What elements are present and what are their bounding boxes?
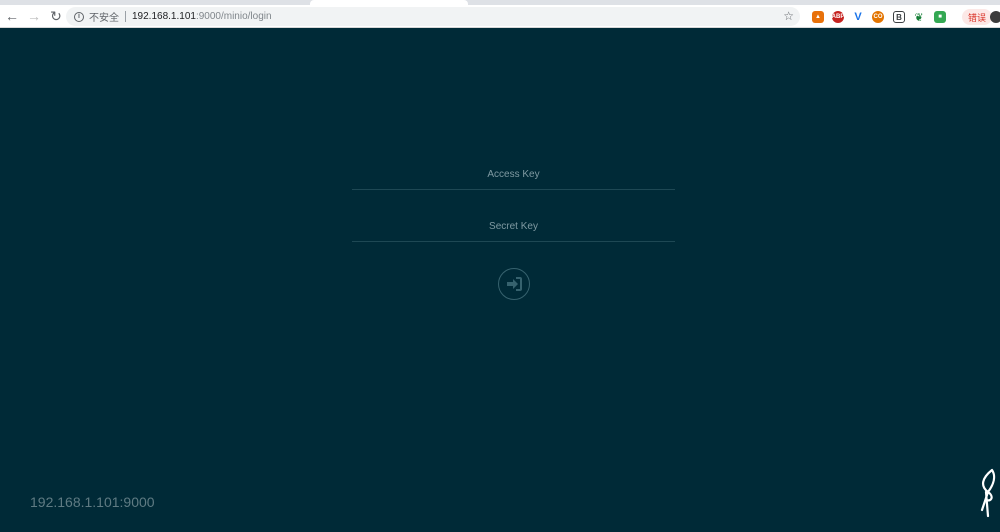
error-badge[interactable]: 错误 [962,9,992,25]
url-path: :9000/minio/login [195,11,272,22]
address-separator [125,11,126,22]
server-host-label: 192.168.1.101:9000 [30,494,155,510]
error-label: 错误 [968,12,987,23]
arrow-left-icon: ← [5,8,19,24]
access-key-field [352,160,675,190]
ext-orange-icon[interactable]: CO [872,11,884,23]
security-label: 不安全 [89,13,119,24]
secret-key-input[interactable] [352,212,675,241]
forward-button[interactable]: → [24,6,44,26]
login-submit-button[interactable] [498,268,530,300]
access-key-input[interactable] [352,160,675,189]
star-icon[interactable]: ☆ [783,9,794,23]
reload-icon: ↻ [50,7,62,24]
secret-key-field [352,212,675,242]
ext-colorful-icon[interactable]: ■ [934,11,946,23]
sign-in-icon [507,277,522,291]
ext-adblock-icon[interactable]: ABP [832,11,844,23]
address-bar[interactable]: i 不安全 192.168.1.101:9000/minio/login ☆ [66,7,800,26]
info-icon[interactable]: i [74,11,84,22]
ext-network-icon[interactable]: ▲ [812,11,824,23]
ext-vue-icon[interactable]: V [852,11,864,23]
ext-leaf-icon[interactable]: ❦ [913,11,925,24]
back-button[interactable]: ← [2,6,22,26]
arrow-right-icon: → [27,8,41,24]
minio-logo-icon [980,468,996,518]
url-host: 192.168.1.101 [132,11,196,22]
profile-avatar[interactable] [990,11,1000,23]
reload-button[interactable]: ↻ [46,6,66,26]
login-form [352,160,675,300]
ext-dark-icon[interactable]: B [893,11,905,23]
browser-toolbar: ← → ↻ i 不安全 192.168.1.101:9000/minio/log… [0,5,1000,28]
